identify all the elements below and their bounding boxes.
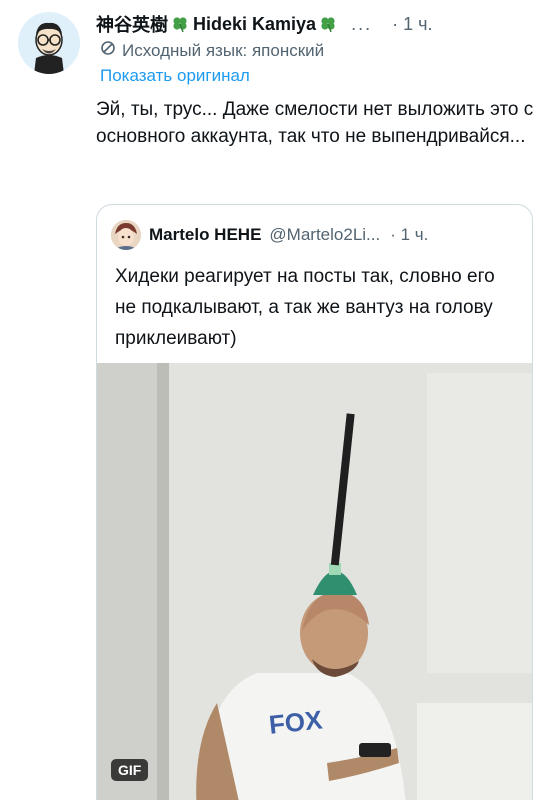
quote-author-name[interactable]: Martelo HEHE bbox=[149, 225, 261, 245]
quote-time[interactable]: · 1 ч. bbox=[390, 225, 428, 245]
author-name-jp[interactable]: 神谷英樹 bbox=[96, 11, 168, 37]
tweet-text: Эй, ты, трус... Даже смелости нет выложи… bbox=[96, 99, 534, 147]
translate-icon bbox=[100, 40, 116, 61]
clover-icon bbox=[171, 15, 189, 33]
translation-note: Исходный язык: японский bbox=[100, 40, 324, 61]
tweet-post: 神谷英樹 Hideki Kamiya ... · 1 ч. Исходный я… bbox=[0, 0, 552, 800]
quote-text: Хидеки реагирует на посты так, словно ег… bbox=[115, 266, 495, 349]
quote-author-avatar[interactable] bbox=[111, 220, 141, 250]
quote-author-handle[interactable]: @Martelo2Li... bbox=[269, 225, 380, 245]
post-header: 神谷英樹 Hideki Kamiya ... · 1 ч. bbox=[96, 10, 542, 38]
translation-label: Исходный язык: японский bbox=[122, 40, 325, 60]
author-name-en[interactable]: Hideki Kamiya bbox=[193, 14, 316, 35]
show-original-link[interactable]: Показать оригинал bbox=[100, 66, 250, 86]
author-avatar[interactable] bbox=[18, 12, 80, 74]
post-time[interactable]: · 1 ч. bbox=[392, 14, 432, 35]
quote-media-gif[interactable]: FOX GIF bbox=[97, 363, 532, 800]
quoted-tweet[interactable]: Martelo HEHE @Martelo2Li... · 1 ч. Хидек… bbox=[96, 204, 533, 800]
shirt-text: FOX bbox=[267, 704, 324, 739]
gif-badge: GIF bbox=[111, 759, 149, 781]
quote-header: Martelo HEHE @Martelo2Li... · 1 ч. bbox=[111, 217, 520, 253]
clover-icon bbox=[319, 15, 337, 33]
author-handle-truncated[interactable]: ... bbox=[351, 14, 372, 35]
